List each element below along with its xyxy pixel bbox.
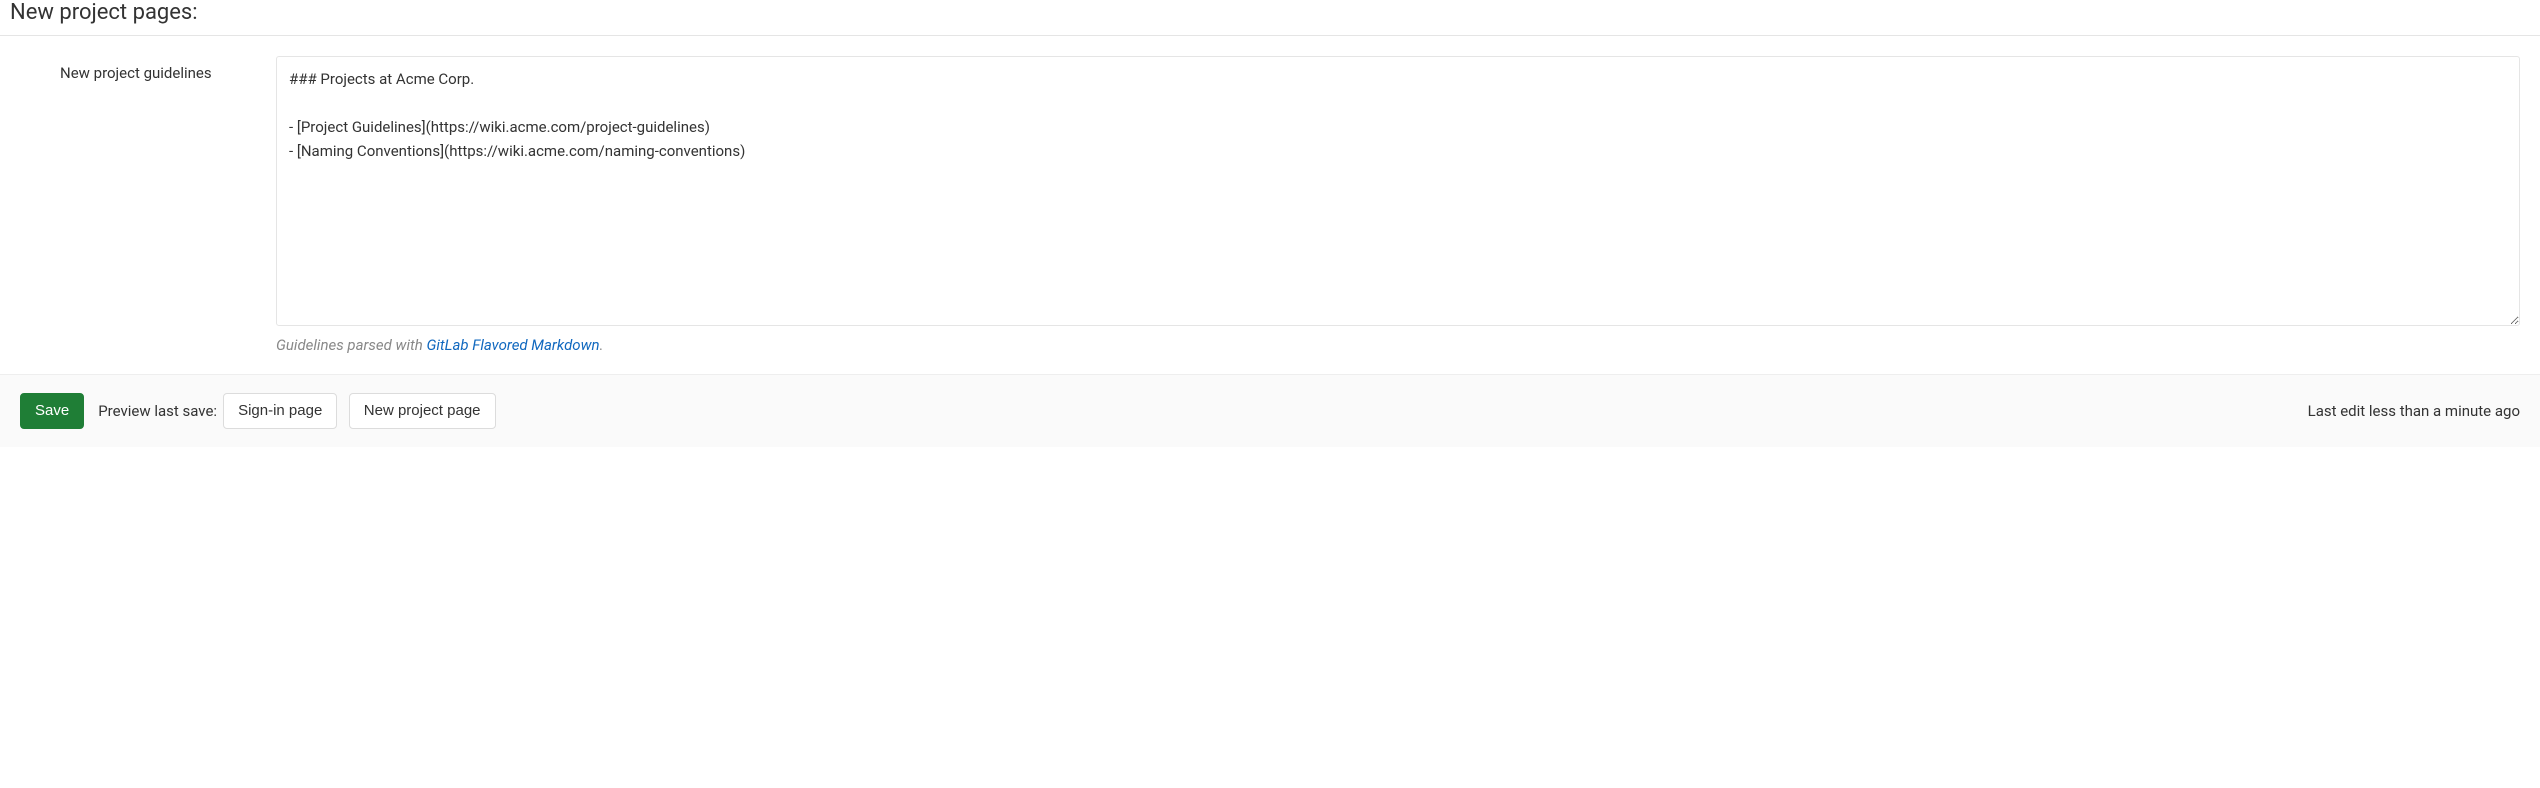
preview-signin-button[interactable]: Sign-in page [223,393,337,429]
hint-prefix: Guidelines parsed with [276,336,426,354]
hint-suffix: . [600,336,604,354]
preview-newproject-button[interactable]: New project page [349,393,496,429]
guidelines-label: New project guidelines [10,56,276,354]
guidelines-row: New project guidelines Guidelines parsed… [0,56,2540,354]
save-button[interactable]: Save [20,393,84,429]
footer-bar: Save Preview last save: Sign-in page New… [0,374,2540,447]
guidelines-textarea[interactable] [276,56,2520,326]
last-edit-text: Last edit less than a minute ago [2308,402,2520,420]
section-heading: New project pages: [0,0,2540,36]
guidelines-hint: Guidelines parsed with GitLab Flavored M… [276,336,2520,354]
preview-label: Preview last save: [98,402,217,420]
markdown-link[interactable]: GitLab Flavored Markdown [426,336,599,354]
